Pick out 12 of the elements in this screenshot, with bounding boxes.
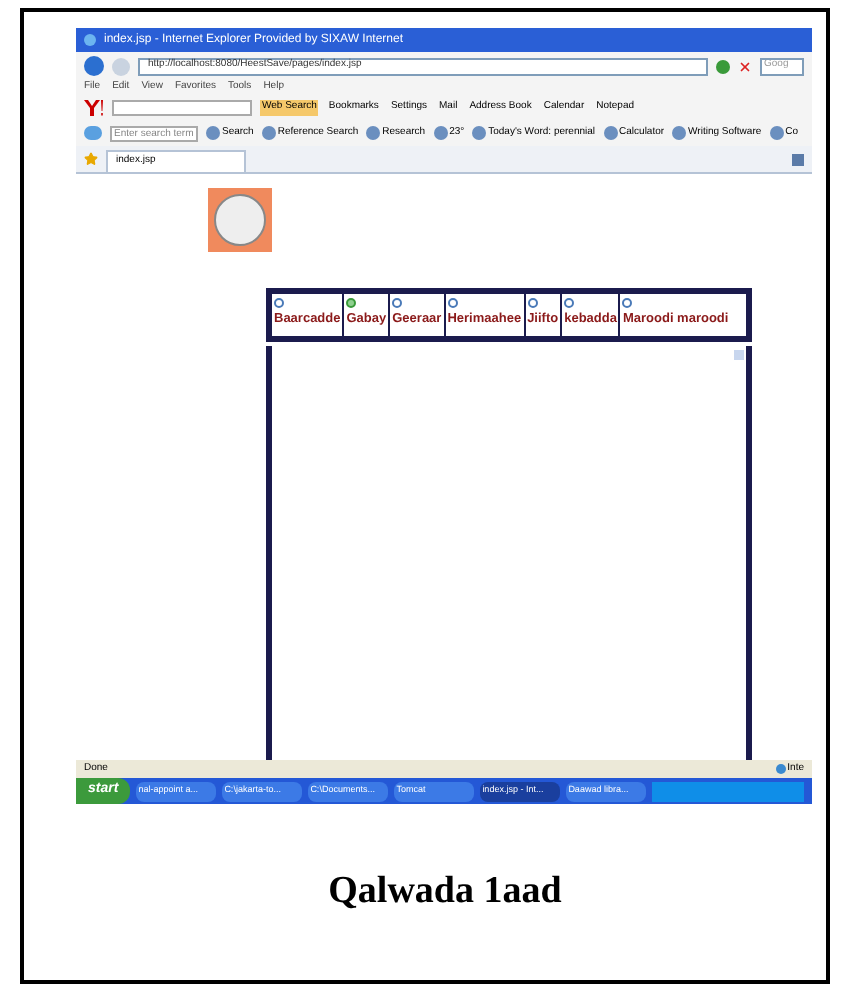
radio-button[interactable] (346, 298, 357, 308)
close-icon[interactable] (738, 59, 752, 73)
logo-icon[interactable] (84, 100, 104, 116)
toolbar-search-field[interactable] (112, 100, 252, 116)
radio-button[interactable] (274, 298, 284, 308)
figure-caption: Qalwada 1aad (328, 867, 562, 916)
radio-button[interactable] (392, 298, 403, 308)
radio-button[interactable] (447, 298, 458, 308)
radio-button[interactable] (527, 298, 538, 308)
radio-button[interactable] (622, 298, 633, 308)
radio-button[interactable] (564, 298, 575, 308)
logo-image (208, 188, 272, 252)
